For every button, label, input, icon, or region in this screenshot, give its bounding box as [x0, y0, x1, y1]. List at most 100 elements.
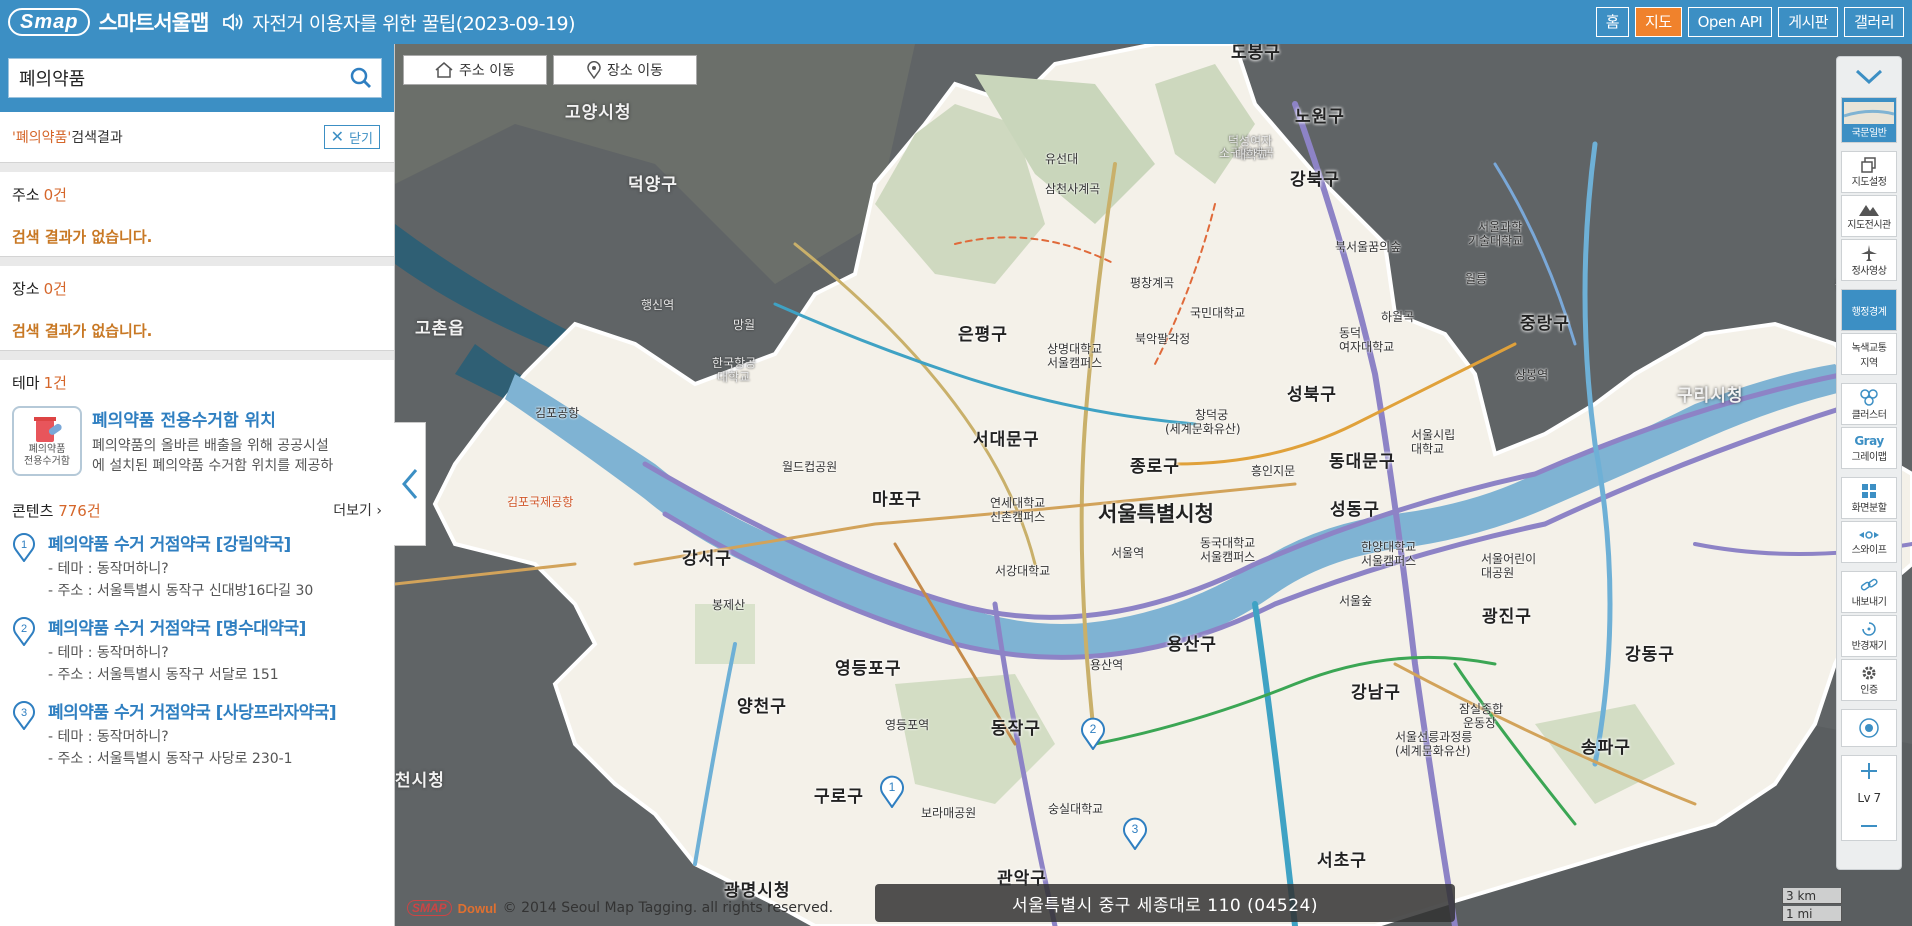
svg-text:2: 2	[1090, 722, 1097, 736]
poi-label: 국민대학교	[1190, 306, 1246, 320]
nav-home-button[interactable]: 홈	[1595, 7, 1630, 37]
auth-button[interactable]: 인증	[1841, 659, 1897, 701]
list-item[interactable]: 1 폐의약품 수거 거점약국 [강림약국] - 테마 : 동작머하니? - 주소…	[12, 530, 382, 602]
poi-label: 영등포역	[885, 718, 930, 732]
list-item[interactable]: 3 폐의약품 수거 거점약국 [사당프라자약국] - 테마 : 동작머하니? -…	[12, 698, 382, 770]
district-label: 강북구	[1290, 170, 1340, 190]
nav-gallery-button[interactable]: 갤러리	[1844, 7, 1904, 37]
map-pin-icon: 1	[13, 533, 35, 562]
poi-label: 숭실대학교	[1048, 802, 1104, 816]
theme-count: 1건	[43, 373, 67, 392]
district-label: 서대문구	[973, 430, 1040, 450]
district-label: 광명시청	[724, 881, 791, 901]
header: Smap 스마트서울맵 자전거 이용자를 위한 꿀팁(2023-09-19) 홈…	[0, 0, 1912, 44]
poi-label: 삼천사계곡	[1045, 182, 1101, 196]
place-empty: 검색 결과가 없습니다.	[12, 321, 153, 340]
poi-label: 월드컵공원	[782, 460, 838, 474]
district-label: 영등포구	[835, 659, 902, 679]
map-base	[395, 44, 1912, 926]
poi-label: 서울캠퍼스	[1200, 550, 1256, 564]
list-item-theme: - 테마 : 동작머하니?	[48, 645, 169, 661]
district-label: 덕양구	[628, 175, 678, 195]
grid-icon	[1862, 483, 1876, 498]
export-button[interactable]: 내보내기	[1841, 571, 1897, 613]
district-label: 구로구	[814, 787, 864, 807]
chevron-down-icon	[1855, 69, 1883, 85]
split-screen-button[interactable]: 화면분할	[1841, 477, 1897, 519]
address-count: 0건	[43, 185, 67, 204]
swipe-button[interactable]: 스와이프	[1841, 521, 1897, 563]
map-toolbar: 국문일반 지도설정 지도전시관 정사영상 행정경계 녹색교통 지역 클러스터 G…	[1836, 56, 1902, 870]
link-icon	[1860, 578, 1878, 591]
poi-label: 북서울꿈의숲	[1335, 240, 1402, 254]
poi-label: 대학교	[1235, 148, 1269, 162]
search-input[interactable]	[9, 59, 341, 97]
zoom-out-button[interactable]	[1841, 811, 1897, 841]
contents-section: 콘텐츠 776건 더보기 › 1 폐의약품 수거 거점약국 [강림약국] - 테…	[0, 490, 394, 770]
poi-label: 용산역	[1090, 658, 1124, 672]
map-marker[interactable]: 1	[879, 774, 905, 808]
search-icon[interactable]	[341, 59, 381, 97]
nav-board-button[interactable]: 게시판	[1778, 7, 1839, 37]
logo[interactable]: Smap 스마트서울맵	[8, 0, 209, 44]
sidebar: '폐의약품' 검색결과 ✕닫기 주소0건 검색 결과가 없습니다. 장소0건 검…	[0, 44, 395, 926]
district-label: 강서구	[682, 549, 732, 569]
theme-item-title[interactable]: 폐의약품 전용수거함 위치	[92, 406, 333, 431]
close-button[interactable]: ✕ 닫기	[323, 125, 380, 149]
district-label: 중랑구	[1520, 314, 1570, 334]
map-marker[interactable]: 3	[1122, 816, 1148, 850]
target-icon	[1859, 718, 1879, 738]
nav-map-button[interactable]: 지도	[1635, 7, 1682, 37]
top-nav: 홈 지도 Open API 게시판 갤러리	[1595, 7, 1904, 37]
radius-button[interactable]: 반경재기	[1841, 615, 1897, 657]
gear-icon	[1862, 666, 1876, 679]
more-link[interactable]: 더보기 ›	[333, 500, 382, 520]
district-label: 고촌읍	[415, 319, 465, 339]
district-label: 양천구	[737, 697, 787, 717]
map-marker[interactable]: 2	[1080, 716, 1106, 750]
district-label: 송파구	[1581, 738, 1631, 758]
place-move-button[interactable]: 장소 이동	[553, 55, 697, 85]
green-transport-button[interactable]: 녹색교통 지역	[1841, 333, 1897, 375]
basemap-korean-button[interactable]: 국문일반	[1841, 97, 1897, 143]
home-icon	[435, 62, 453, 78]
map-settings-button[interactable]: 지도설정	[1841, 151, 1897, 193]
poi-label: 서강대학교	[995, 564, 1051, 578]
result-bar: '폐의약품' 검색결과 ✕ 닫기	[0, 112, 394, 162]
poi-label: 북악팔각정	[1135, 332, 1191, 346]
speaker-icon	[223, 13, 243, 31]
my-location-button[interactable]	[1841, 709, 1897, 747]
address-move-button[interactable]: 주소 이동	[403, 55, 547, 85]
district-label: 동작구	[991, 719, 1041, 739]
toolbar-toggle[interactable]	[1837, 57, 1901, 97]
gray-map-button[interactable]: Gray 그레이맵	[1841, 427, 1897, 469]
theme-item-desc-2: 에 설치된 폐의약품 수거함 위치를 제공하	[92, 458, 334, 474]
theme-item[interactable]: 폐의약품 전용수거함 폐의약품 전용수거함 위치 폐의약품의 올바른 배출을 위…	[12, 404, 382, 482]
poi-label: 여자대학교	[1339, 340, 1395, 354]
list-item-address: - 주소 : 서울특별시 동작구 서달로 151	[48, 667, 279, 683]
svg-text:3: 3	[21, 707, 27, 719]
contents-count: 776건	[58, 501, 101, 520]
close-icon: ✕	[330, 127, 345, 146]
aerial-photo-button[interactable]: 정사영상	[1841, 239, 1897, 281]
dowul-logo: Dowul	[457, 900, 497, 916]
result-keyword: '폐의약품'	[12, 130, 72, 146]
place-section: 장소 0건 검색 결과가 없습니다.	[0, 266, 394, 350]
zoom-in-button[interactable]	[1841, 755, 1897, 785]
swipe-icon	[1859, 530, 1879, 539]
map-view[interactable]: 주소 이동 장소 이동 도봉구 노원구 강북구 은평구 중랑구 성북구 서대문구…	[395, 44, 1912, 926]
cluster-button[interactable]: 클러스터	[1841, 383, 1897, 425]
map-gallery-button[interactable]: 지도전시관	[1841, 195, 1897, 237]
contents-title: 콘텐츠 776건	[12, 501, 101, 520]
admin-boundary-button[interactable]: 행정경계	[1841, 289, 1897, 331]
district-label: 용산구	[1167, 635, 1217, 655]
list-item[interactable]: 2 폐의약품 수거 거점약국 [명수대약국] - 테마 : 동작머하니? - 주…	[12, 614, 382, 686]
district-label: 강동구	[1625, 645, 1675, 665]
poi-label: 망월	[733, 318, 756, 332]
district-label: 종로구	[1130, 457, 1180, 477]
scale-bar: 3 km 1 mi	[1782, 888, 1842, 924]
sidebar-collapse-button[interactable]	[394, 422, 426, 546]
poi-label: 서울역	[1111, 546, 1145, 560]
nav-openapi-button[interactable]: Open API	[1687, 7, 1773, 37]
notice[interactable]: 자전거 이용자를 위한 꿀팁(2023-09-19)	[222, 9, 576, 36]
